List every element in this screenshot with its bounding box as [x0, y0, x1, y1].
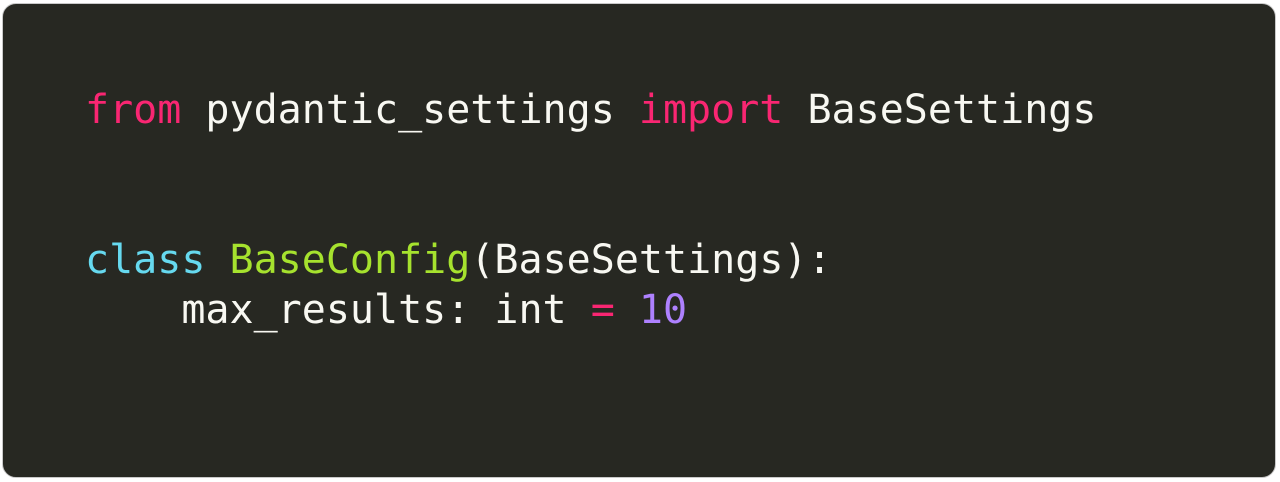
- code-line-1: from pydantic_settings import BaseSettin…: [85, 85, 1096, 135]
- class-name: BaseConfig: [229, 237, 471, 283]
- imported-name: BaseSettings: [783, 87, 1097, 133]
- class-bases: (BaseSettings):: [470, 237, 832, 283]
- number-literal: 10: [638, 287, 688, 333]
- code-line-4: class BaseConfig(BaseSettings):: [85, 235, 1096, 285]
- keyword-import: import: [638, 87, 784, 133]
- code-block: from pydantic_settings import BaseSettin…: [2, 3, 1276, 478]
- field-declaration: max_results: int: [85, 287, 591, 333]
- code-line-5: max_results: int = 10: [85, 285, 1096, 335]
- keyword-class: class: [85, 237, 206, 283]
- module-name: pydantic_settings: [181, 87, 639, 133]
- code-content: from pydantic_settings import BaseSettin…: [85, 85, 1096, 335]
- assign-operator: =: [590, 287, 615, 333]
- keyword-from: from: [85, 87, 182, 133]
